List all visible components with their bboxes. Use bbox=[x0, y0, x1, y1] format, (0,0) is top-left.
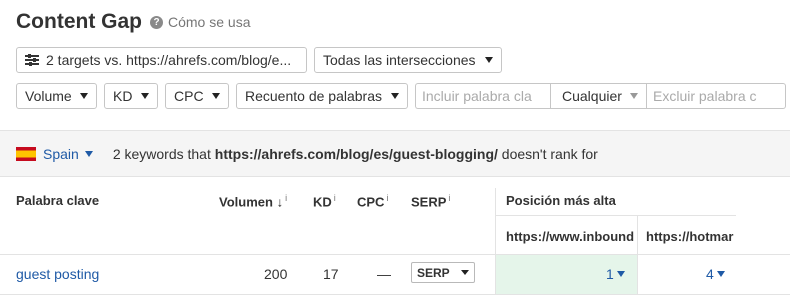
spain-flag-icon bbox=[16, 146, 36, 161]
exclude-placeholder: Excluir palabra c bbox=[653, 88, 757, 104]
chevron-down-icon bbox=[461, 270, 469, 275]
intersections-dropdown[interactable]: Todas las intersecciones bbox=[314, 47, 502, 73]
column-divider bbox=[637, 255, 638, 295]
chevron-down-icon bbox=[84, 150, 93, 157]
position-value: 4 bbox=[706, 266, 714, 282]
site-column-2[interactable]: https://hotmar bbox=[646, 229, 736, 244]
kd-filter-label: KD bbox=[113, 88, 133, 104]
targets-button[interactable]: 2 targets vs. https://ahrefs.com/blog/e.… bbox=[16, 47, 307, 73]
site-column-1[interactable]: https://www.inbound bbox=[506, 229, 636, 244]
word-count-label: Recuento de palabras bbox=[245, 88, 382, 104]
country-label: Spain bbox=[43, 145, 79, 162]
position-site-1[interactable]: 1 bbox=[606, 266, 625, 282]
cpc-value: — bbox=[377, 266, 391, 282]
chevron-down-icon bbox=[616, 271, 625, 277]
page-title: Content Gap bbox=[16, 10, 142, 33]
info-icon[interactable]: i bbox=[386, 193, 388, 203]
volume-value: 200 bbox=[264, 266, 288, 282]
chevron-down-icon bbox=[391, 93, 399, 99]
kd-filter[interactable]: KD bbox=[104, 83, 158, 109]
serp-button-label: SERP bbox=[417, 265, 450, 280]
keyword-count: 2 keywords that bbox=[112, 145, 211, 162]
header-keyword[interactable]: Palabra clave bbox=[16, 193, 99, 208]
match-mode-dropdown[interactable]: Cualquier bbox=[550, 83, 647, 109]
info-icon[interactable]: i bbox=[285, 193, 287, 203]
info-text: 2 keywords that https://ahrefs.com/blog/… bbox=[113, 146, 598, 162]
help-link[interactable]: ? Cómo se usa bbox=[150, 14, 250, 30]
exclude-keyword-input[interactable]: Excluir palabra c bbox=[647, 83, 786, 109]
volume-filter[interactable]: Volume bbox=[16, 83, 97, 109]
position-value: 1 bbox=[606, 266, 614, 282]
header-cpc[interactable]: CPC i bbox=[357, 193, 388, 209]
header-serp-label: SERP bbox=[411, 194, 447, 210]
info-bar: Spain 2 keywords that https://ahrefs.com… bbox=[0, 130, 790, 176]
header-volume[interactable]: Volumen ↓ i bbox=[219, 193, 287, 209]
chevron-down-icon bbox=[716, 271, 725, 277]
intersections-label: Todas las intersecciones bbox=[323, 52, 476, 68]
country-dropdown[interactable]: Spain bbox=[43, 146, 93, 162]
include-keyword-input[interactable]: Incluir palabra cla bbox=[415, 83, 550, 109]
info-icon[interactable]: i bbox=[448, 193, 450, 203]
chevron-down-icon bbox=[141, 93, 149, 99]
volume-filter-label: Volume bbox=[25, 88, 72, 104]
cpc-filter-label: CPC bbox=[174, 88, 204, 104]
serp-button[interactable]: SERP bbox=[411, 262, 475, 283]
chevron-down-icon bbox=[80, 93, 88, 99]
chevron-down-icon bbox=[485, 57, 493, 63]
kd-value: 17 bbox=[323, 266, 339, 282]
targets-label: 2 targets vs. https://ahrefs.com/blog/e.… bbox=[46, 52, 292, 68]
keyword-link[interactable]: guest posting bbox=[16, 266, 99, 282]
include-placeholder: Incluir palabra cla bbox=[422, 88, 532, 104]
target-url: https://ahrefs.com/blog/es/guest-bloggin… bbox=[214, 145, 498, 162]
header-serp[interactable]: SERP i bbox=[411, 193, 450, 209]
header-volume-label: Volumen bbox=[219, 194, 273, 210]
header-cpc-label: CPC bbox=[357, 194, 385, 210]
header-top-position: Posición más alta bbox=[506, 193, 616, 208]
divider bbox=[496, 215, 736, 216]
position-site-2[interactable]: 4 bbox=[706, 266, 725, 282]
help-label: Cómo se usa bbox=[168, 14, 251, 30]
info-suffix: doesn't rank for bbox=[501, 145, 598, 162]
sliders-icon bbox=[25, 53, 39, 66]
cpc-filter[interactable]: CPC bbox=[165, 83, 229, 109]
divider bbox=[0, 176, 790, 177]
help-icon: ? bbox=[150, 15, 163, 29]
chevron-down-icon bbox=[212, 93, 220, 99]
divider bbox=[0, 254, 790, 255]
header-kd-label: KD bbox=[313, 194, 332, 210]
word-count-filter[interactable]: Recuento de palabras bbox=[236, 83, 408, 109]
chevron-down-icon bbox=[630, 93, 638, 99]
header-kd[interactable]: KD i bbox=[313, 193, 336, 209]
info-icon[interactable]: i bbox=[334, 193, 336, 203]
sort-down-icon: ↓ bbox=[276, 194, 284, 210]
title-row: Content Gap ? Cómo se usa bbox=[16, 8, 250, 36]
match-mode-label: Cualquier bbox=[562, 88, 622, 104]
